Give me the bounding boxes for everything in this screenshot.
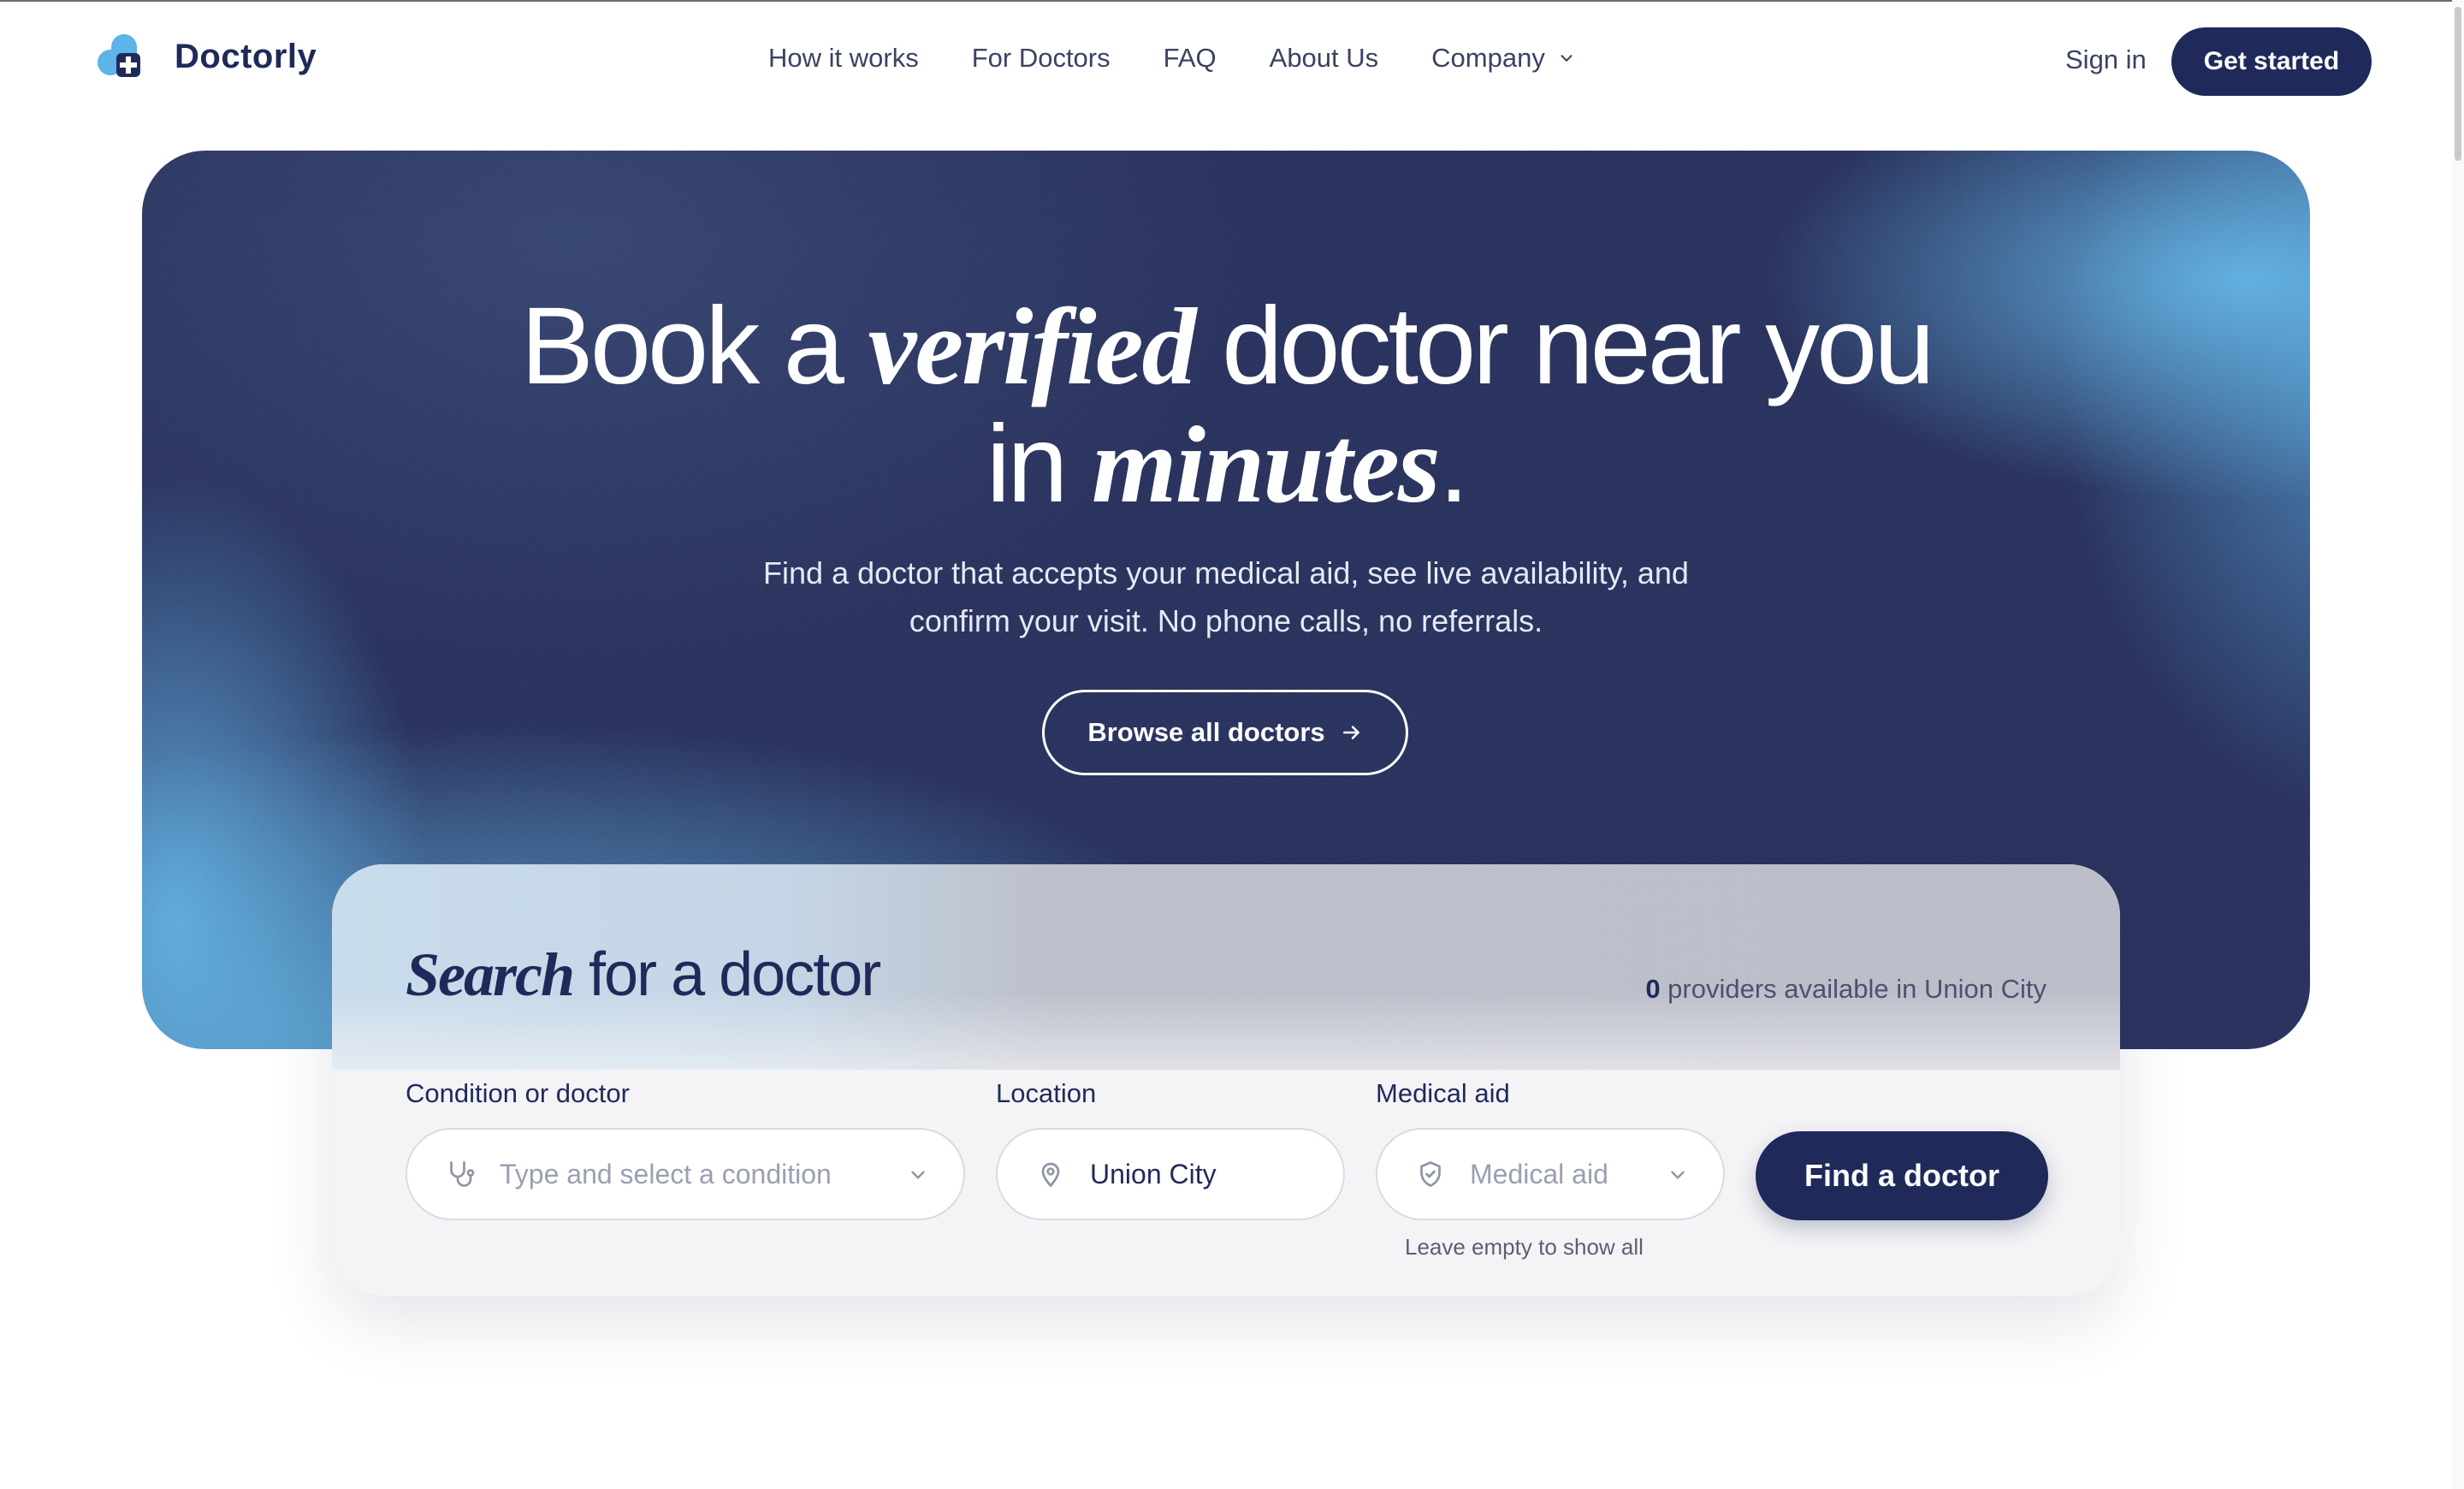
location-input[interactable]: Union City bbox=[996, 1128, 1345, 1220]
hero-subtitle: Find a doctor that accepts your medical … bbox=[142, 549, 2310, 645]
hero-title-emphasis-minutes: minutes bbox=[1091, 404, 1441, 525]
get-started-button[interactable]: Get started bbox=[2171, 27, 2372, 96]
logo-icon bbox=[98, 34, 142, 79]
hero-subtitle-line: confirm your visit. No phone calls, no r… bbox=[909, 603, 1543, 638]
shield-icon bbox=[1420, 1161, 1441, 1187]
chevron-down-icon bbox=[1561, 55, 1573, 62]
chevron-down-icon bbox=[911, 1171, 925, 1179]
location-value: Union City bbox=[1090, 1158, 1217, 1189]
top-nav: Doctorly How it works For Doctors FAQ Ab… bbox=[0, 2, 2464, 118]
map-pin-icon bbox=[1041, 1162, 1060, 1187]
brand-name: Doctorly bbox=[175, 37, 317, 75]
nav-faq[interactable]: FAQ bbox=[1164, 43, 1217, 74]
hero-title-part: in bbox=[986, 403, 1092, 525]
nav-company-label: Company bbox=[1431, 43, 1545, 73]
scrollbar-track[interactable] bbox=[2452, 0, 2464, 1489]
hero-title: Book a verified doctor near you in minut… bbox=[142, 285, 2310, 525]
sign-in-link[interactable]: Sign in bbox=[2065, 44, 2147, 75]
chevron-down-icon bbox=[1671, 1171, 1685, 1179]
nav-how-it-works[interactable]: How it works bbox=[768, 43, 919, 74]
condition-select[interactable]: Type and select a condition bbox=[406, 1128, 965, 1220]
medical-aid-placeholder: Medical aid bbox=[1470, 1158, 1608, 1189]
logo[interactable]: Doctorly bbox=[98, 34, 317, 79]
browse-button-label: Browse all doctors bbox=[1087, 717, 1325, 747]
scrollbar-thumb[interactable] bbox=[2455, 7, 2461, 161]
hero-title-part: . bbox=[1438, 403, 1470, 525]
browse-all-doctors-button[interactable]: Browse all doctors bbox=[1042, 690, 1408, 775]
find-a-doctor-button[interactable]: Find a doctor bbox=[1756, 1131, 2048, 1220]
nav-links: How it works For Doctors FAQ About Us Co… bbox=[768, 43, 1576, 74]
hero-title-part: doctor near you bbox=[1194, 285, 1934, 407]
medical-aid-hint: Leave empty to show all bbox=[1405, 1234, 1644, 1260]
nav-about-us[interactable]: About Us bbox=[1270, 43, 1379, 74]
search-title-rest: for a doctor bbox=[573, 940, 881, 1009]
medical-aid-label: Medical aid bbox=[1376, 1078, 1510, 1108]
hero-subtitle-line: Find a doctor that accepts your medical … bbox=[763, 555, 1689, 590]
condition-placeholder: Type and select a condition bbox=[500, 1158, 832, 1189]
providers-label: providers available in Union City bbox=[1660, 974, 2046, 1004]
hero-title-part: Book a bbox=[520, 285, 868, 407]
nav-company-dropdown[interactable]: Company bbox=[1431, 43, 1576, 74]
search-title-emphasis: Search bbox=[406, 940, 575, 1009]
arrow-right-icon bbox=[1342, 726, 1359, 739]
search-card-title: Search for a doctor bbox=[406, 940, 881, 1011]
nav-for-doctors[interactable]: For Doctors bbox=[972, 43, 1111, 74]
condition-label: Condition or doctor bbox=[406, 1078, 630, 1108]
stethoscope-icon bbox=[450, 1161, 475, 1187]
providers-count: 0 bbox=[1645, 974, 1661, 1004]
providers-available-text: 0 providers available in Union City bbox=[1645, 974, 2046, 1005]
location-label: Location bbox=[996, 1078, 1097, 1108]
hero-title-emphasis-verified: verified bbox=[868, 286, 1197, 407]
search-card: Search for a doctor 0 providers availabl… bbox=[332, 864, 2120, 1296]
medical-aid-select[interactable]: Medical aid bbox=[1376, 1128, 1725, 1220]
